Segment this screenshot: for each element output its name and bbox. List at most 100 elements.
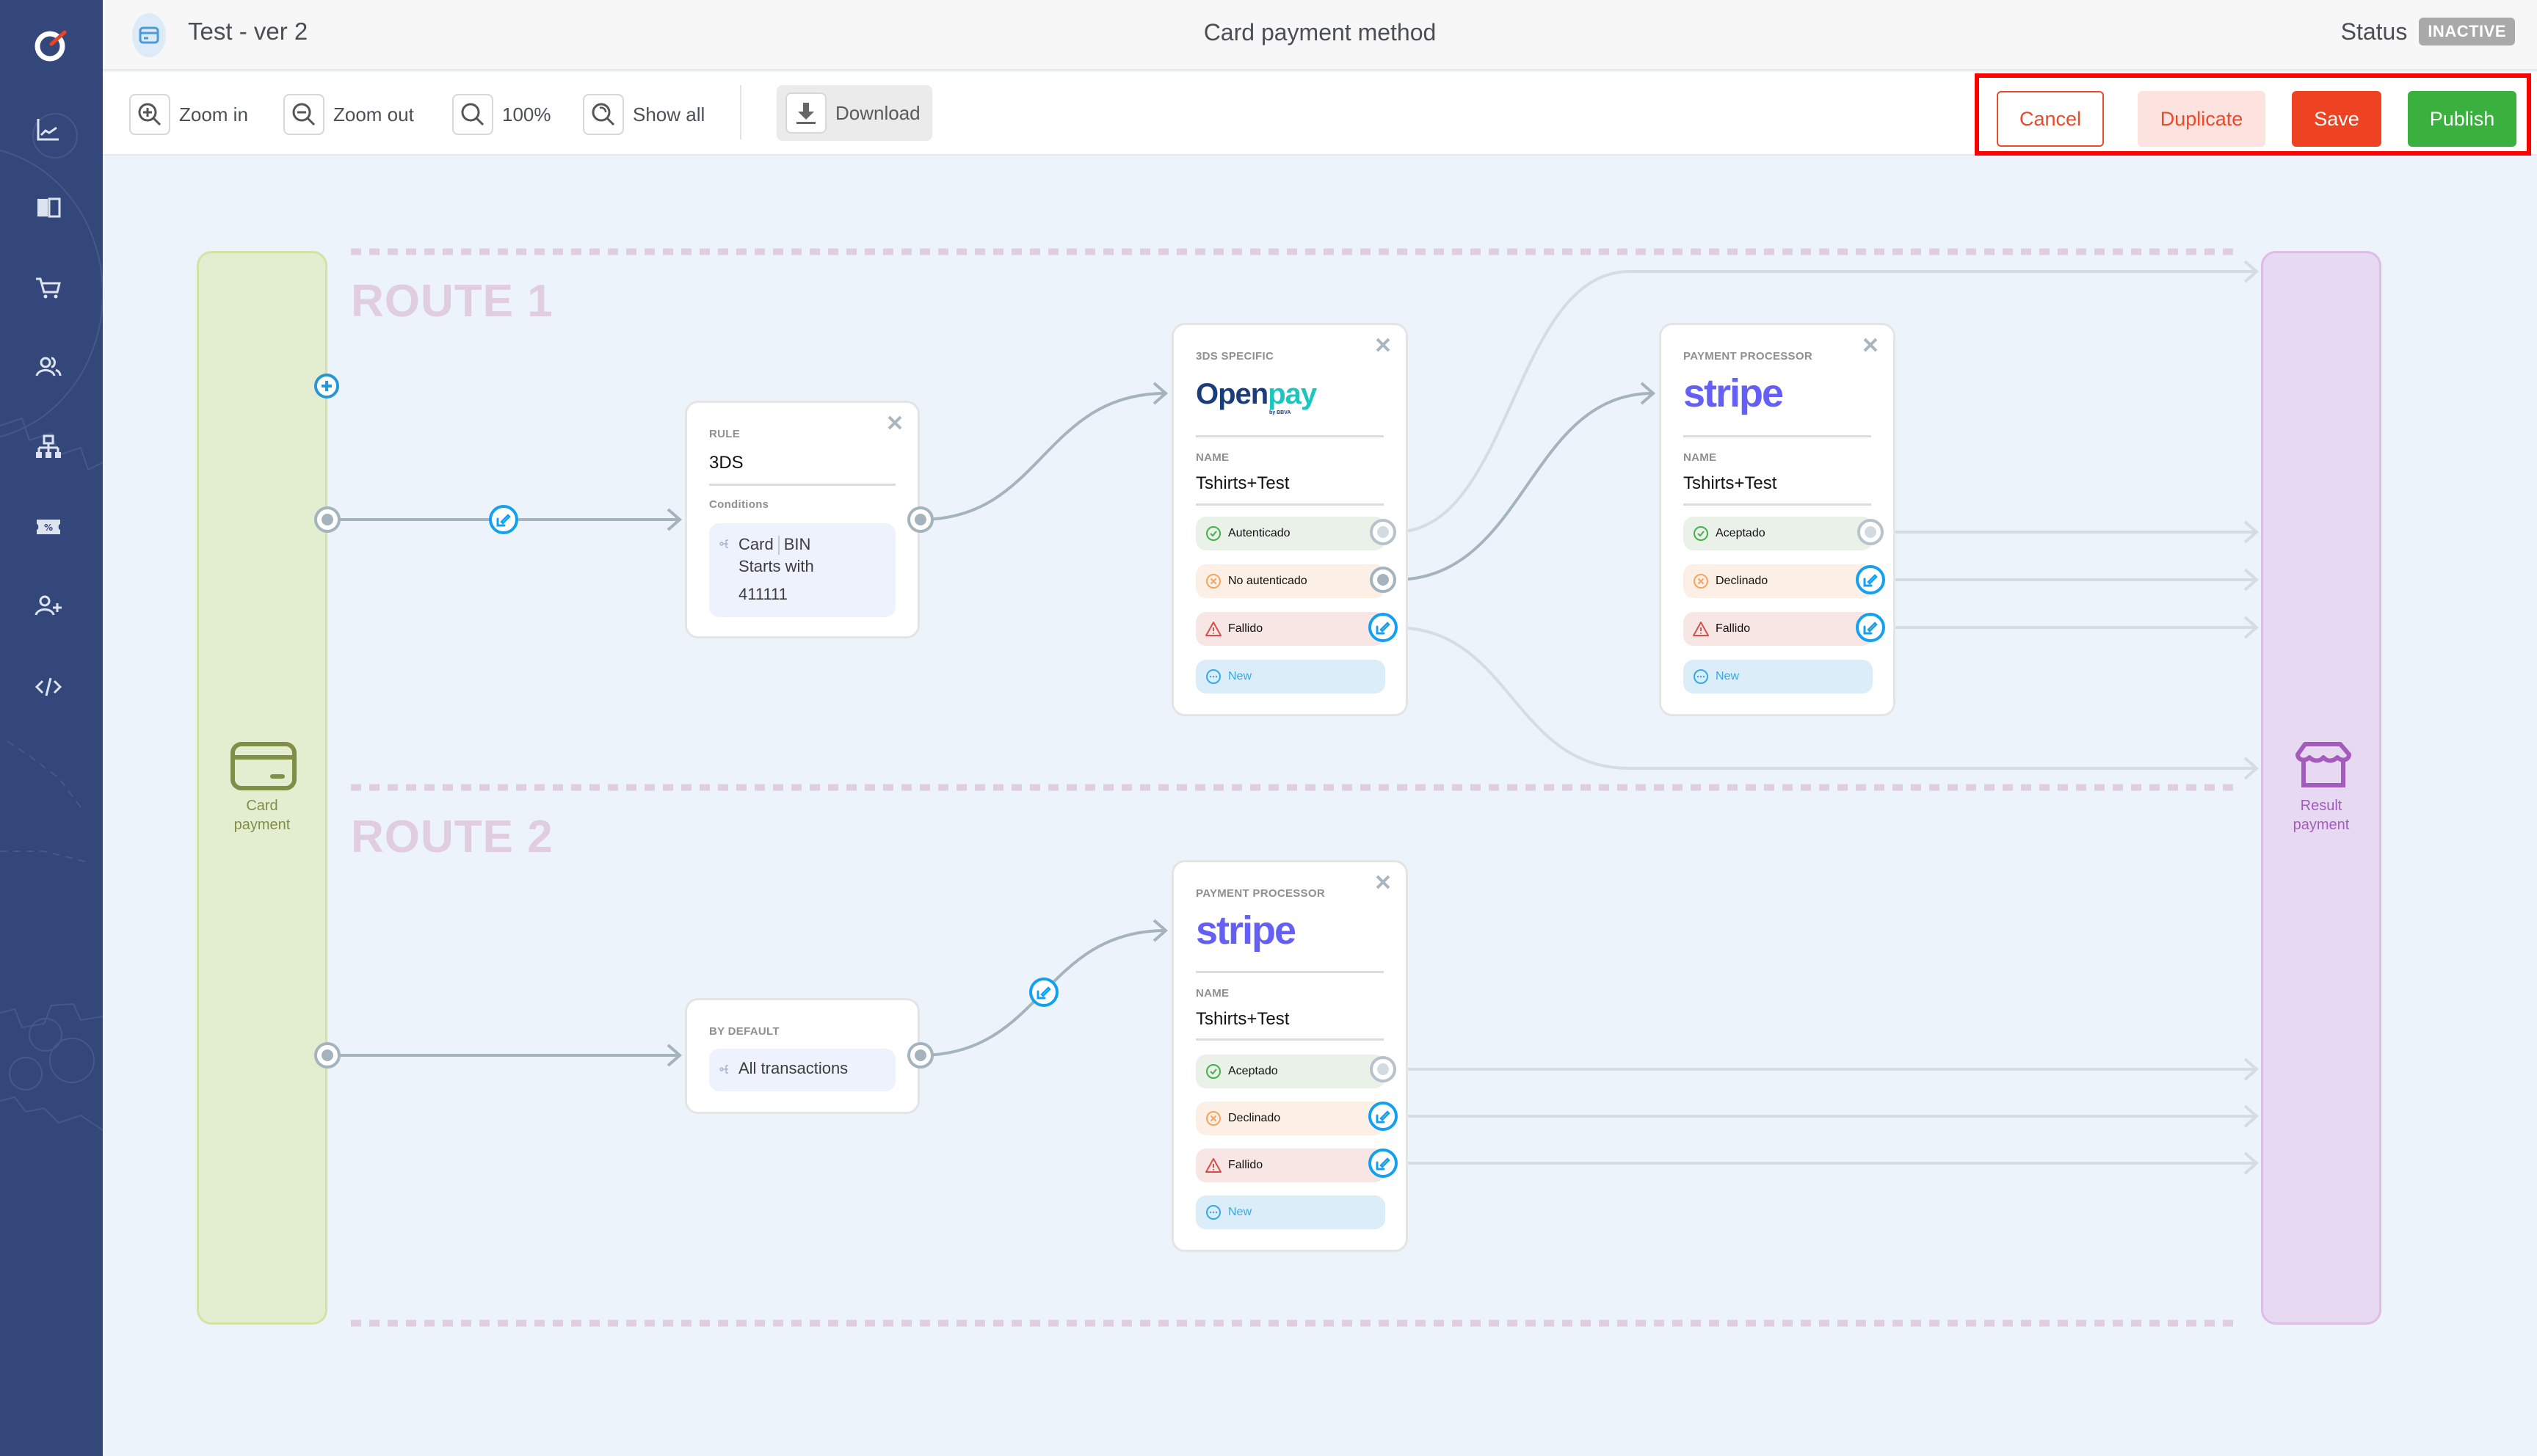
edit-icon: [1376, 1110, 1390, 1124]
route-1-source-port[interactable]: [314, 506, 341, 533]
edit-icon: [1863, 622, 1878, 635]
show-all-button[interactable]: Show all: [583, 94, 705, 135]
more-circle-icon: [1206, 1205, 1221, 1220]
sidebar-item-routing[interactable]: [29, 429, 68, 467]
end-label-line2: payment: [2293, 817, 2350, 833]
outcome-autenticado[interactable]: Autenticado: [1196, 517, 1385, 550]
node-divider: [1196, 1038, 1384, 1041]
sidebar-item-customers[interactable]: [29, 348, 68, 386]
outcome-label: Autenticado: [1228, 527, 1291, 539]
check-circle-icon: [1206, 526, 1221, 541]
route-2-label: ROUTE 2: [351, 812, 554, 862]
outcome-aceptado[interactable]: Aceptado: [1196, 1055, 1385, 1088]
condition-tree-icon: [719, 539, 728, 548]
sidebar-item-add-user[interactable]: [29, 587, 68, 625]
stripe-processor-node-route-2[interactable]: PAYMENT PROCESSOR stripe NAME Tshirts+Te…: [1172, 860, 1408, 1252]
rule-kicker: RULE: [709, 428, 741, 440]
aceptado-output-port[interactable]: [1857, 519, 1884, 545]
fallido-edit-button[interactable]: [1856, 613, 1885, 642]
outcome-fallido[interactable]: Fallido: [1196, 612, 1385, 646]
edit-icon: [1037, 986, 1051, 1000]
fallido-edit-button[interactable]: [1368, 1149, 1398, 1178]
card-payment-source[interactable]: Card payment: [197, 251, 327, 1325]
declinado-edit-button[interactable]: [1856, 565, 1885, 594]
outcome-new[interactable]: New: [1683, 660, 1873, 694]
rule-output-port[interactable]: [907, 506, 934, 533]
end-label-line1: Result: [2300, 798, 2342, 814]
save-button[interactable]: Save: [2292, 91, 2381, 147]
outcome-label: New: [1228, 670, 1252, 682]
edge-rule-to-openpay: [920, 392, 1166, 521]
users-icon: [35, 357, 62, 376]
warning-icon: [1693, 622, 1709, 636]
aceptado-output-port[interactable]: [1370, 1056, 1396, 1082]
rule-node[interactable]: RULE 3DS Conditions Card BIN Starts with …: [685, 401, 920, 638]
openpay-logo: Openpay by BBVA: [1196, 378, 1317, 415]
check-circle-icon: [1206, 1064, 1221, 1079]
outcome-label: Fallido: [1228, 622, 1263, 635]
zoom-reset-button[interactable]: 100%: [452, 94, 551, 135]
outcome-label: Aceptado: [1228, 1065, 1278, 1077]
sidebar-item-discounts[interactable]: %: [29, 508, 68, 546]
sidebar-item-developers[interactable]: [29, 668, 68, 706]
result-payment-target[interactable]: Result payment: [2261, 251, 2381, 1325]
edit-edge-button[interactable]: [489, 505, 518, 534]
autenticado-output-port[interactable]: [1370, 519, 1396, 545]
default-rule-node[interactable]: BY DEFAULT All transactions: [685, 998, 920, 1114]
zoom-in-button[interactable]: Zoom in: [129, 94, 248, 135]
download-button[interactable]: Download: [777, 85, 932, 141]
condition-item[interactable]: All transactions: [709, 1049, 896, 1091]
add-route-button[interactable]: [314, 374, 339, 398]
cart-icon: [36, 277, 61, 299]
coupon-icon: %: [37, 520, 60, 534]
outcome-no-autenticado[interactable]: No autenticado: [1196, 564, 1385, 598]
close-icon[interactable]: [1373, 335, 1393, 354]
outcome-fallido[interactable]: Fallido: [1196, 1149, 1385, 1182]
fallido-edit-button[interactable]: [1368, 613, 1398, 642]
outcome-aceptado[interactable]: Aceptado: [1683, 517, 1873, 550]
brand-logo[interactable]: [29, 22, 73, 66]
outcome-label: New: [1716, 670, 1740, 682]
duplicate-button[interactable]: Duplicate: [2138, 91, 2265, 147]
download-label: Download: [835, 101, 921, 124]
sidebar-item-orders[interactable]: [29, 269, 68, 307]
cancel-button[interactable]: Cancel: [1997, 91, 2104, 147]
openpay-logo-bbva: by BBVA: [1269, 410, 1291, 415]
close-icon[interactable]: [885, 413, 904, 432]
declinado-edit-button[interactable]: [1368, 1102, 1398, 1131]
sidebar-item-docs[interactable]: [29, 188, 68, 226]
condition-item[interactable]: Card BIN Starts with 411111: [709, 523, 896, 617]
zoom-out-icon: [283, 94, 324, 135]
edit-edge-button[interactable]: [1029, 978, 1059, 1007]
arrow-rule: [667, 508, 683, 531]
node-divider: [1683, 435, 1871, 437]
openpay-3ds-node[interactable]: 3DS SPECIFIC Openpay by BBVA NAME Tshirt…: [1172, 323, 1408, 716]
credit-card-icon: [231, 742, 297, 790]
outcome-declinado[interactable]: Declinado: [1683, 564, 1873, 598]
close-icon[interactable]: [1861, 335, 1880, 354]
default-output-port[interactable]: [907, 1042, 934, 1069]
name-label: NAME: [1196, 451, 1230, 464]
code-icon: [35, 677, 62, 696]
publish-button[interactable]: Publish: [2408, 91, 2516, 147]
no-autenticado-output-port[interactable]: [1370, 567, 1396, 593]
outcome-new[interactable]: New: [1196, 660, 1385, 694]
stripe-logo: stripe: [1196, 909, 1296, 953]
sidebar-item-analytics[interactable]: [29, 110, 68, 148]
magnifier-icon: [452, 94, 493, 135]
condition-operator: Starts with: [738, 557, 814, 575]
route-2-source-port[interactable]: [314, 1042, 341, 1069]
rule-name: 3DS: [709, 453, 744, 473]
node-kicker: PAYMENT PROCESSOR: [1196, 887, 1325, 900]
edit-icon: [1376, 622, 1390, 635]
outcome-fallido[interactable]: Fallido: [1683, 612, 1873, 646]
action-buttons-group: Cancel Duplicate Save Publish: [1975, 73, 2531, 156]
outcome-declinado[interactable]: Declinado: [1196, 1102, 1385, 1135]
condition-value: All transactions: [738, 1059, 849, 1077]
name-label: NAME: [1683, 451, 1717, 464]
status-badge: INACTIVE: [2419, 18, 2515, 46]
zoom-out-button[interactable]: Zoom out: [283, 94, 414, 135]
stripe-processor-node-route-1[interactable]: PAYMENT PROCESSOR stripe NAME Tshirts+Te…: [1659, 323, 1895, 716]
close-icon[interactable]: [1373, 873, 1393, 892]
outcome-new[interactable]: New: [1196, 1195, 1385, 1229]
